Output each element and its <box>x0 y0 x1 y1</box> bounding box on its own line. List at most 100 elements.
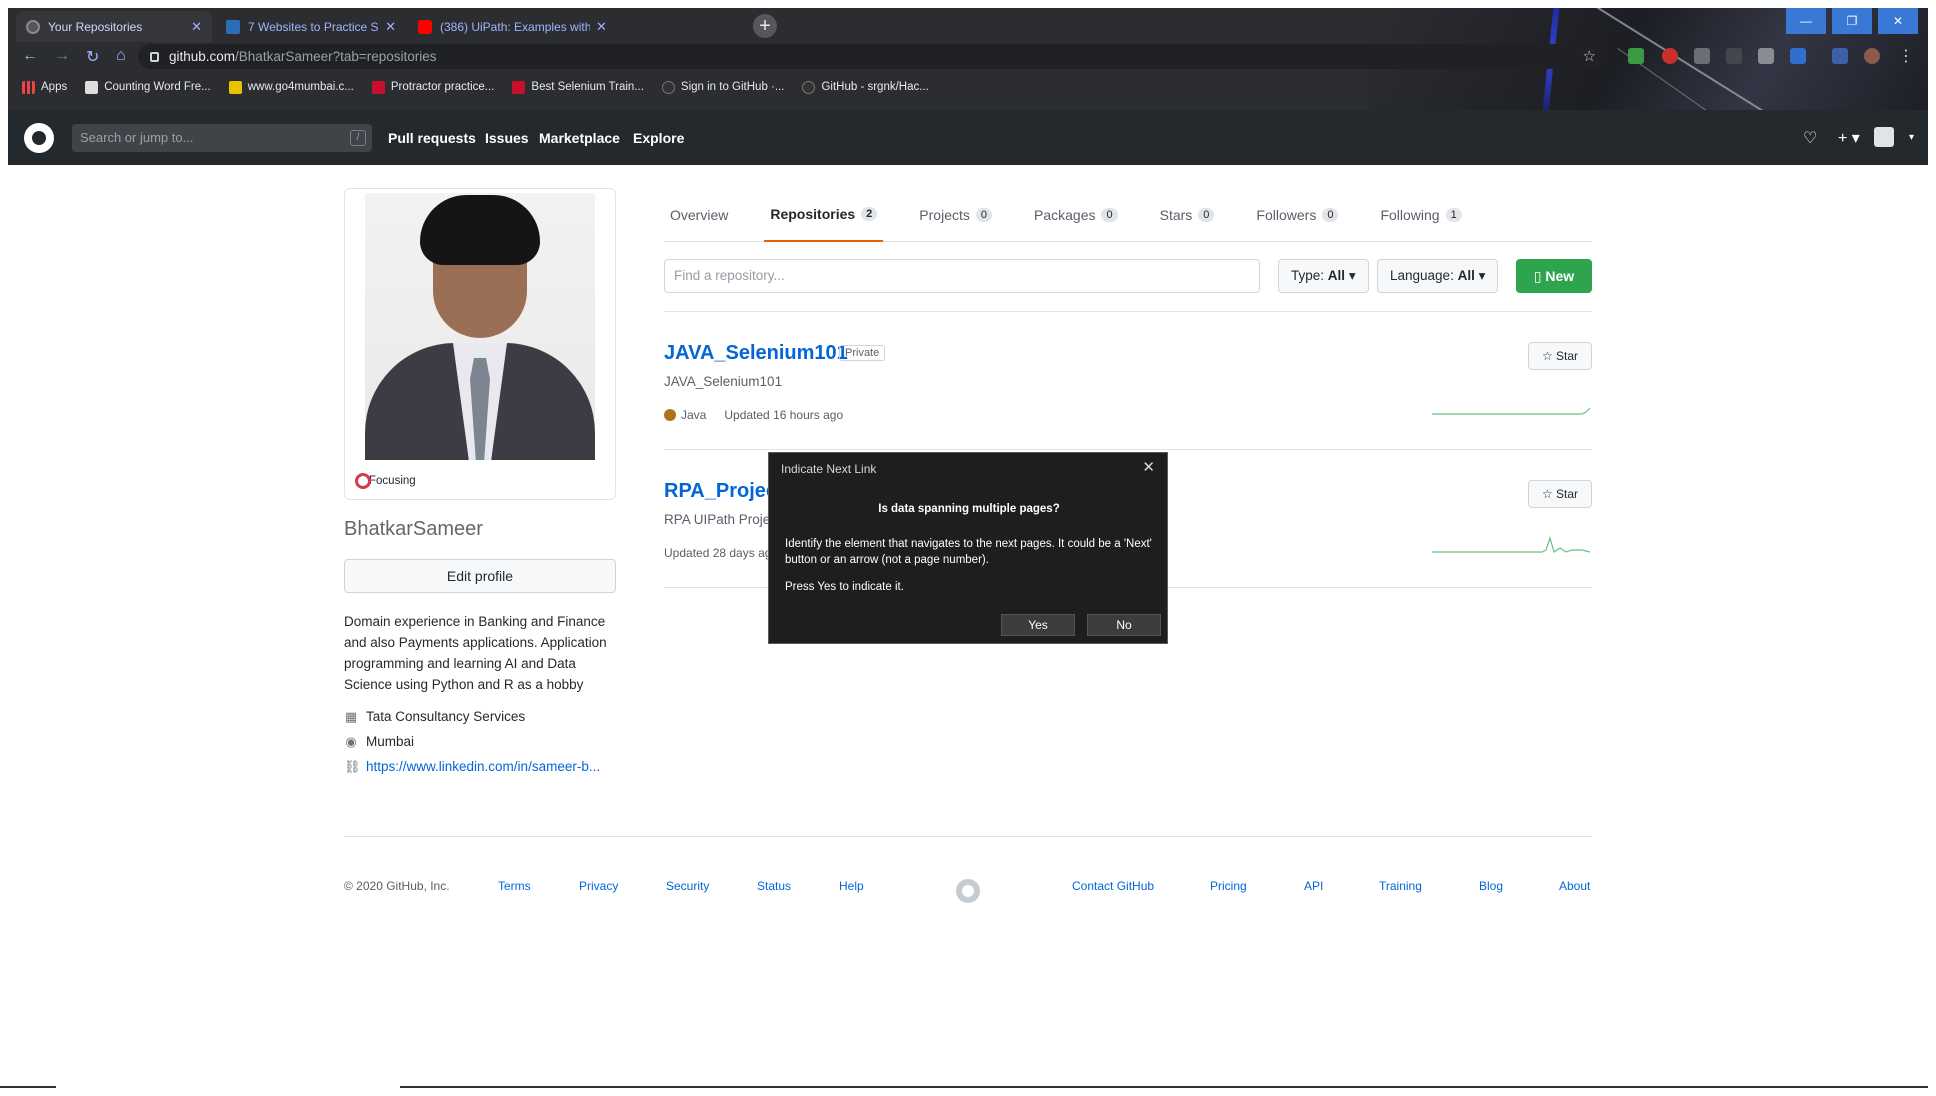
private-badge: Private <box>839 345 886 361</box>
find-repository-input[interactable]: Find a repository... <box>664 259 1260 293</box>
browser-chrome: Your Repositories ✕ 7 Websites to Practi… <box>8 8 1928 110</box>
extension-icon[interactable] <box>1628 48 1644 64</box>
minimize-button[interactable]: — <box>1786 8 1826 34</box>
bookmark-item[interactable]: GitHub - srgnk/Hac... <box>802 80 929 94</box>
reload-icon[interactable]: ↻ <box>86 47 99 67</box>
extension-icon[interactable] <box>1662 48 1678 64</box>
home-icon[interactable]: ⌂ <box>116 47 126 65</box>
footer-link-security[interactable]: Security <box>666 879 709 893</box>
footer-link-api[interactable]: API <box>1304 879 1323 893</box>
footer-link-about[interactable]: About <box>1559 879 1590 893</box>
profile-photo[interactable]: Focusing <box>344 188 616 500</box>
bookmark-star-icon[interactable]: ☆ <box>1583 47 1596 65</box>
repo-updated: Updated 16 hours ago <box>724 408 844 422</box>
profile-avatar-icon[interactable] <box>1864 48 1880 64</box>
user-avatar-dropdown[interactable] <box>1874 127 1894 147</box>
status-text: Focusing <box>369 475 416 487</box>
nav-pull-requests[interactable]: Pull requests <box>388 130 476 146</box>
nav-marketplace[interactable]: Marketplace <box>539 130 620 146</box>
footer-link-blog[interactable]: Blog <box>1479 879 1503 893</box>
language-filter-dropdown[interactable]: Language: All ▾ <box>1377 259 1499 293</box>
footer-link-training[interactable]: Training <box>1379 879 1422 893</box>
indicate-next-link-dialog: Indicate Next Link ✕ Is data spanning mu… <box>768 452 1168 644</box>
star-button[interactable]: ☆ Star <box>1528 480 1592 508</box>
tab-followers[interactable]: Followers 0 <box>1250 188 1344 242</box>
star-icon: ☆ <box>1541 487 1557 501</box>
youtube-favicon-icon <box>418 19 432 34</box>
footer-link-terms[interactable]: Terms <box>498 879 531 893</box>
yes-button[interactable]: Yes <box>1001 614 1075 636</box>
extension-icon[interactable] <box>1758 48 1774 64</box>
repo-filters: Find a repository... Type: All ▾ Languag… <box>664 259 1592 312</box>
bookmark-item[interactable]: Protractor practice... <box>371 80 494 94</box>
tab-overview[interactable]: Overview <box>664 188 734 242</box>
avatar <box>365 193 595 460</box>
taskbar-edge <box>0 1086 56 1088</box>
footer-link-contact[interactable]: Contact GitHub <box>1072 879 1154 893</box>
tab-following[interactable]: Following 1 <box>1374 188 1467 242</box>
user-status[interactable]: Focusing <box>355 473 416 489</box>
repo-name-link[interactable]: JAVA_Selenium101 <box>664 342 848 365</box>
footer-link-status[interactable]: Status <box>757 879 791 893</box>
profile-username: BhatkarSameer <box>344 518 483 540</box>
tab-stars[interactable]: Stars 0 <box>1154 188 1221 242</box>
tab-packages[interactable]: Packages 0 <box>1028 188 1124 242</box>
bookmark-item[interactable]: Best Selenium Train... <box>512 80 644 94</box>
bookmark-item[interactable]: www.go4mumbai.c... <box>228 80 354 94</box>
restore-button[interactable]: ❐ <box>1832 8 1872 34</box>
profile-sidebar: Focusing BhatkarSameer Edit profile Doma… <box>344 188 616 774</box>
repo-name-link[interactable]: RPA_Project <box>664 480 784 503</box>
new-repository-button[interactable]: ▯ New <box>1516 259 1592 293</box>
extension-icon[interactable] <box>1726 48 1742 64</box>
counter-badge: 0 <box>1322 207 1339 222</box>
browser-tab-selenium[interactable]: 7 Websites to Practice Selenium ✕ <box>216 11 406 42</box>
dialog-body: Identify the element that navigates to t… <box>785 538 1152 566</box>
footer-link-help[interactable]: Help <box>839 879 864 893</box>
back-icon[interactable]: ← <box>22 47 38 65</box>
repo-icon: ▯ <box>1533 268 1546 284</box>
no-button[interactable]: No <box>1087 614 1161 636</box>
address-bar[interactable]: github.com/BhatkarSameer?tab=repositorie… <box>138 44 1608 69</box>
uipath-extension-icon[interactable] <box>1790 48 1806 64</box>
bookmark-item[interactable]: Sign in to GitHub ·... <box>661 80 784 94</box>
footer-link-privacy[interactable]: Privacy <box>579 879 618 893</box>
reading-list-icon[interactable] <box>1832 48 1848 64</box>
close-tab-icon[interactable]: ✕ <box>191 19 202 35</box>
tab-repositories[interactable]: Repositories 2 <box>764 188 884 242</box>
tab-projects[interactable]: Projects 0 <box>913 188 998 242</box>
repo-language: Java <box>681 408 707 422</box>
nav-issues[interactable]: Issues <box>485 130 529 146</box>
star-button[interactable]: ☆ Star <box>1528 342 1592 370</box>
footer-link-pricing[interactable]: Pricing <box>1210 879 1247 893</box>
edit-profile-button[interactable]: Edit profile <box>344 559 616 593</box>
new-tab-button[interactable]: + <box>753 14 777 38</box>
nav-explore[interactable]: Explore <box>633 130 684 146</box>
close-tab-icon[interactable]: ✕ <box>596 19 607 35</box>
counter-badge: 0 <box>1101 207 1118 222</box>
close-tab-icon[interactable]: ✕ <box>385 19 396 35</box>
bookmark-favicon-icon <box>228 80 242 94</box>
close-window-button[interactable]: ✕ <box>1878 8 1918 34</box>
menu-dots-icon[interactable]: ⋮ <box>1898 46 1914 66</box>
tab-title: (386) UiPath: Examples with Swi <box>440 19 590 34</box>
bookmark-apps[interactable]: Apps <box>22 80 67 94</box>
profile-location: ◉ Mumbai <box>345 733 415 749</box>
github-mark-icon[interactable] <box>956 879 980 903</box>
bookmark-item[interactable]: Counting Word Fre... <box>85 80 211 94</box>
github-header: Search or jump to... / Pull requests Iss… <box>8 110 1928 165</box>
close-icon[interactable]: ✕ <box>1142 458 1155 476</box>
website-link[interactable]: https://www.linkedin.com/in/sameer-b... <box>366 759 600 774</box>
search-shortcut-key: / <box>350 130 366 146</box>
chevron-down-icon[interactable]: ▾ <box>1909 132 1914 143</box>
dialog-heading: Is data spanning multiple pages? <box>878 503 1060 515</box>
browser-tab-your-repositories[interactable]: Your Repositories ✕ <box>16 11 212 42</box>
type-filter-dropdown[interactable]: Type: All ▾ <box>1278 259 1369 293</box>
github-logo-icon[interactable] <box>24 123 54 153</box>
repo-meta: Java Updated 16 hours ago <box>664 408 843 422</box>
extension-icon[interactable] <box>1694 48 1710 64</box>
create-new-dropdown[interactable]: + ▾ <box>1838 128 1860 148</box>
notifications-bell-icon[interactable]: ♡ <box>1803 128 1817 148</box>
forward-icon[interactable]: → <box>54 47 70 65</box>
browser-tab-uipath[interactable]: (386) UiPath: Examples with Swi ✕ <box>408 11 738 42</box>
github-search-input[interactable]: Search or jump to... / <box>72 124 372 152</box>
